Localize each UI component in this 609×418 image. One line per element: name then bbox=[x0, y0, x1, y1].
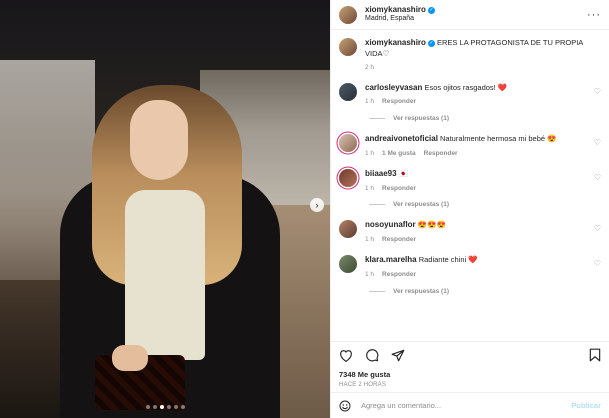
comment-username[interactable]: klara.marelha bbox=[365, 255, 417, 264]
comment-username[interactable]: nosoyunaflor bbox=[365, 220, 416, 229]
reply-button[interactable]: Responder bbox=[382, 98, 416, 107]
photo-subject-top bbox=[125, 190, 205, 360]
heart-icon[interactable]: ♡ bbox=[594, 83, 601, 96]
caption-username[interactable]: xiomykanashiro bbox=[365, 38, 426, 47]
carousel-dot bbox=[166, 405, 171, 409]
comment-avatar[interactable] bbox=[339, 220, 357, 239]
view-replies-button[interactable]: Ver respuestas (1) bbox=[369, 115, 601, 122]
instagram-post: › xiomykanashiro ✓ Madrid, España ··· xi… bbox=[0, 0, 609, 418]
comment-username[interactable]: carlosleyvasan bbox=[365, 83, 422, 92]
carousel-dot bbox=[145, 405, 150, 409]
comment-item: andreaivonetoficial Naturalmente hermosa… bbox=[339, 134, 601, 159]
verified-badge-icon: ✓ bbox=[427, 6, 435, 14]
comment-item: carlosleyvasan Esos ojitos rasgados! ❤️ … bbox=[339, 82, 601, 108]
photo-subject-hand bbox=[112, 345, 148, 371]
comment-item: klara.marelha Radiante chini ❤️ 1 h Resp… bbox=[339, 254, 601, 280]
comment-item: biiaae93 🇯🇵 1 h Responder ♡ bbox=[339, 168, 601, 194]
comment-text: Radiante chini ❤️ bbox=[418, 254, 478, 264]
verified-badge-icon: ✓ bbox=[427, 39, 435, 47]
view-replies-label[interactable]: Ver respuestas (1) bbox=[393, 115, 449, 122]
caption-avatar[interactable] bbox=[339, 38, 357, 56]
comment-text: 🇯🇵 bbox=[398, 168, 409, 178]
post-caption: xiomykanashiro ✓ ERES LA PROTAGONISTA DE … bbox=[339, 38, 601, 73]
reply-button[interactable]: Responder bbox=[382, 185, 416, 194]
carousel-indicator bbox=[0, 405, 330, 409]
carousel-dot bbox=[173, 405, 178, 409]
view-replies-button[interactable]: Ver respuestas (1) bbox=[369, 201, 601, 208]
carousel-dot bbox=[180, 405, 185, 409]
add-comment-bar: Publicar bbox=[331, 392, 609, 418]
post-sidebar: xiomykanashiro ✓ Madrid, España ··· xiomy… bbox=[330, 0, 609, 418]
photo-subject-face bbox=[130, 100, 188, 180]
divider bbox=[369, 118, 385, 120]
view-replies-label[interactable]: Ver respuestas (1) bbox=[393, 201, 449, 208]
comment-avatar[interactable] bbox=[339, 254, 357, 273]
comment-likes[interactable]: 1 Me gusta bbox=[382, 150, 416, 159]
comment-time[interactable]: 1 h bbox=[365, 98, 374, 107]
comment-avatar[interactable] bbox=[339, 168, 357, 187]
post-header: xiomykanashiro ✓ Madrid, España ··· bbox=[331, 0, 609, 30]
more-options-icon[interactable]: ··· bbox=[587, 9, 601, 21]
heart-icon[interactable]: ♡ bbox=[594, 134, 601, 147]
post-media[interactable]: › bbox=[0, 0, 330, 418]
comment-time[interactable]: 1 h bbox=[365, 271, 374, 280]
comment-time[interactable]: 1 h bbox=[365, 236, 374, 245]
post-timestamp[interactable]: Hace 2 horas bbox=[339, 382, 601, 388]
chevron-right-icon[interactable]: › bbox=[310, 198, 324, 212]
share-icon[interactable] bbox=[391, 349, 405, 362]
comment-text: Naturalmente hermosa mi bebé 😍 bbox=[440, 134, 557, 144]
comment-username[interactable]: andreaivonetoficial bbox=[365, 134, 438, 143]
reply-button[interactable]: Responder bbox=[382, 236, 416, 245]
author-username[interactable]: xiomykanashiro bbox=[365, 5, 426, 14]
comment-avatar[interactable] bbox=[339, 134, 357, 153]
view-replies-button[interactable]: Ver respuestas (1) bbox=[369, 288, 601, 295]
heart-icon[interactable]: ♡ bbox=[594, 255, 601, 268]
publish-button[interactable]: Publicar bbox=[571, 401, 601, 410]
comment-avatar[interactable] bbox=[339, 82, 357, 101]
author-avatar[interactable] bbox=[339, 5, 357, 24]
reply-button[interactable]: Responder bbox=[382, 271, 416, 280]
comment-text: Esos ojitos rasgados! ❤️ bbox=[424, 82, 508, 92]
bookmark-icon[interactable] bbox=[589, 348, 601, 362]
emoji-icon[interactable] bbox=[339, 400, 351, 412]
carousel-dot-active bbox=[159, 405, 164, 409]
divider bbox=[369, 204, 385, 206]
comment-item: nosoyunaflor 😍😍😍 1 h Responder ♡ bbox=[339, 220, 601, 245]
comment-time[interactable]: 1 h bbox=[365, 150, 374, 159]
carousel-dot bbox=[152, 405, 157, 409]
heart-icon[interactable]: ♡ bbox=[594, 169, 601, 182]
view-replies-label[interactable]: Ver respuestas (1) bbox=[393, 288, 449, 295]
heart-icon[interactable] bbox=[339, 349, 353, 362]
post-location[interactable]: Madrid, España bbox=[365, 15, 435, 24]
post-actions: 7348 Me gusta Hace 2 horas bbox=[331, 341, 609, 392]
reply-button[interactable]: Responder bbox=[424, 150, 458, 159]
comment-time[interactable]: 1 h bbox=[365, 185, 374, 194]
comments-list[interactable]: xiomykanashiro ✓ ERES LA PROTAGONISTA DE … bbox=[331, 30, 609, 341]
comment-username[interactable]: biiaae93 bbox=[365, 169, 397, 178]
comment-icon[interactable] bbox=[365, 348, 379, 362]
heart-icon[interactable]: ♡ bbox=[594, 220, 601, 233]
likes-count[interactable]: 7348 Me gusta bbox=[339, 370, 601, 379]
caption-time: 2 h bbox=[365, 63, 375, 71]
divider bbox=[369, 290, 385, 292]
comment-input[interactable] bbox=[361, 401, 562, 410]
comment-text: 😍😍😍 bbox=[417, 220, 446, 230]
